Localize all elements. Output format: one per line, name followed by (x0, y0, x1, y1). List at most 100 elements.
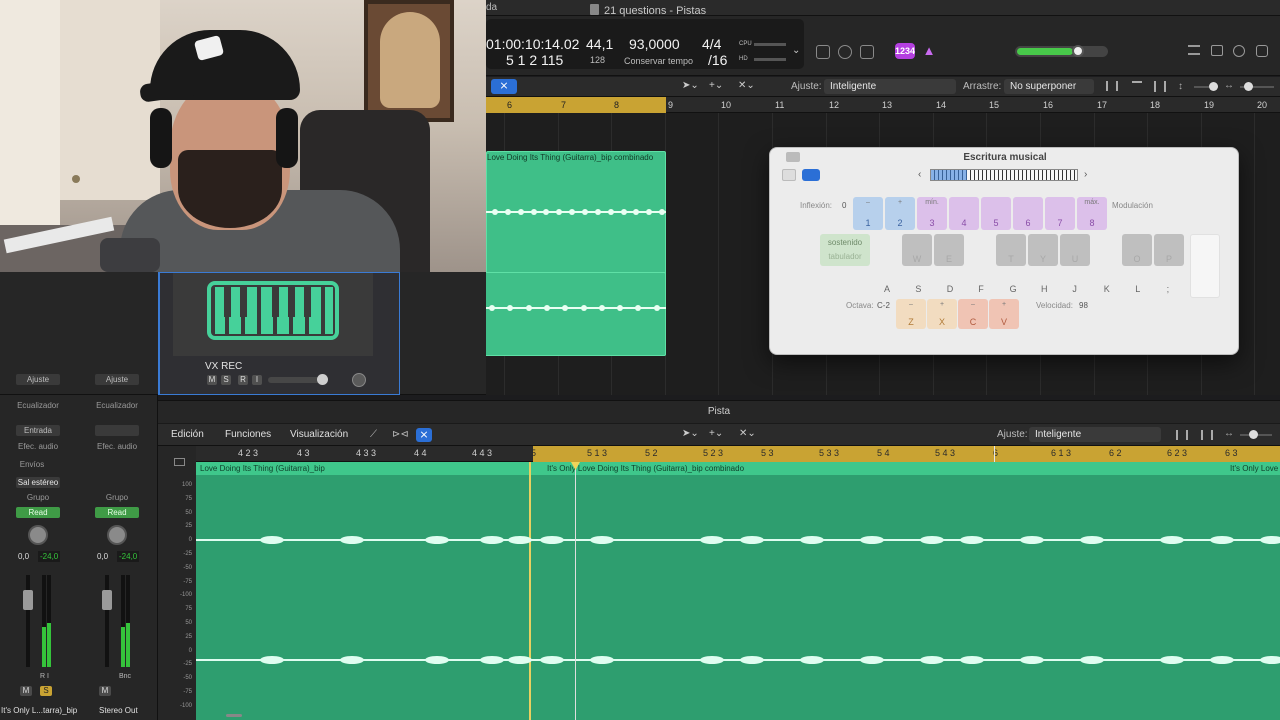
sustain-key[interactable]: sostenido tabulador (820, 234, 870, 266)
keyboard-range-strip[interactable] (930, 169, 1078, 181)
track-icon-area[interactable] (173, 273, 373, 356)
white-key-;[interactable]: ; (1167, 284, 1170, 294)
pitch-key-6[interactable]: 6 (1013, 197, 1043, 230)
white-key-extra[interactable] (1190, 234, 1220, 298)
white-key-L[interactable]: L (1135, 284, 1140, 294)
white-key-J[interactable]: J (1072, 284, 1077, 294)
pointer-tool-icon[interactable]: ➤⌄ (682, 80, 699, 91)
setting-button[interactable]: Ajuste (95, 374, 139, 385)
black-key-P[interactable]: P (1154, 234, 1184, 266)
track-name[interactable]: VX REC (205, 361, 242, 372)
track-volume-knob[interactable] (317, 374, 328, 385)
scissors-tool-icon[interactable]: ✕⌄ (738, 80, 755, 91)
octave-key-X[interactable]: + X (927, 299, 957, 329)
horizontal-scrollbar[interactable] (226, 714, 242, 717)
playhead-editor[interactable] (575, 462, 576, 720)
pan-knob[interactable] (107, 525, 127, 545)
setting-button[interactable]: Ajuste (16, 374, 60, 385)
musical-typing-window[interactable]: Escritura musical ‹ › Inflexión: 0 Modul… (769, 147, 1239, 355)
octave-key-Z[interactable]: – Z (896, 299, 926, 329)
editor-waveform-area[interactable] (196, 462, 1280, 720)
input-slot[interactable]: Entrada (16, 425, 60, 436)
curve-tool-icon[interactable]: ⟋ (370, 429, 377, 440)
channel-name[interactable]: It's Only L...tarra)_bip (1, 706, 77, 715)
horizontal-arrows-icon[interactable]: ↔ (1224, 80, 1234, 91)
volume-fader[interactable] (26, 575, 30, 667)
audio-fx-slot[interactable]: Efec. audio (95, 442, 139, 451)
volume-fader[interactable] (105, 575, 109, 667)
record-enable-button[interactable]: R (238, 375, 248, 385)
audio-fx-slot[interactable]: Efec. audio (16, 442, 60, 451)
sends-slot[interactable]: Envíos (16, 460, 48, 469)
vertical-zoom-knob[interactable] (1209, 82, 1218, 91)
flex-icon[interactable]: ⊳⊲ (392, 429, 409, 440)
solo-icon[interactable] (860, 45, 874, 59)
keyboard-view-icon[interactable] (802, 169, 820, 181)
automation-mode[interactable]: Read (16, 507, 60, 518)
white-key-D[interactable]: D (947, 284, 954, 294)
vertical-arrows-icon[interactable]: ↕ (1178, 81, 1183, 92)
menu-view[interactable]: Visualización (290, 429, 348, 440)
editor-snap-select[interactable]: Inteligente (1029, 427, 1161, 442)
master-volume-slider[interactable] (1015, 45, 1108, 57)
menu-edit[interactable]: Edición (171, 429, 204, 440)
solo-button[interactable]: S (40, 686, 52, 696)
pitch-key-3[interactable]: mín. 3 (917, 197, 947, 230)
black-key-W[interactable]: W (902, 234, 932, 266)
catch-playhead-icon[interactable]: ⨯ (491, 79, 517, 94)
link-icon[interactable] (95, 425, 139, 436)
editor-waveform-zoom-icon[interactable] (1176, 430, 1188, 440)
count-in-badge[interactable]: 1234 (895, 43, 915, 59)
mute-button[interactable]: M (20, 686, 32, 696)
white-key-G[interactable]: G (1010, 284, 1017, 294)
pitch-key-4[interactable]: 4 (949, 197, 979, 230)
tuner-icon[interactable] (838, 45, 852, 59)
metronome-icon[interactable]: ▲ (921, 43, 937, 59)
editor-horizontal-arrows-icon[interactable]: ↔ (1224, 428, 1234, 439)
editor-catch-icon[interactable]: ⨯ (416, 428, 432, 442)
group-slot[interactable]: Grupo (16, 493, 60, 502)
mute-button[interactable]: M (207, 375, 217, 385)
group-slot[interactable]: Grupo (95, 493, 139, 502)
loop-browser-icon[interactable] (1233, 45, 1245, 57)
channel-name[interactable]: Stereo Out (99, 706, 138, 715)
track-pan-knob[interactable] (352, 373, 366, 387)
white-key-S[interactable]: S (915, 284, 921, 294)
fader-cap[interactable] (102, 590, 112, 610)
black-key-O[interactable]: O (1122, 234, 1152, 266)
editor-fit-icon[interactable] (1201, 430, 1213, 440)
pitch-key-5[interactable]: 5 (981, 197, 1011, 230)
cycle-area[interactable] (486, 97, 666, 113)
pitch-key-7[interactable]: 7 (1045, 197, 1075, 230)
output-slot[interactable]: Sal estéreo (16, 477, 60, 488)
vertical-zoom-icon[interactable] (1132, 81, 1142, 92)
plus-tool-icon[interactable]: +⌄ (709, 80, 723, 91)
white-key-F[interactable]: F (978, 284, 984, 294)
chevron-left-icon[interactable]: ‹ (918, 169, 921, 180)
pitch-key-1[interactable]: –1 (853, 197, 883, 230)
black-key-T[interactable]: T (996, 234, 1026, 266)
waveform-zoom-icon[interactable] (1106, 81, 1118, 91)
white-key-H[interactable]: H (1041, 284, 1048, 294)
black-key-U[interactable]: U (1060, 234, 1090, 266)
octave-key-C[interactable]: – C (958, 299, 988, 329)
horizontal-zoom-knob[interactable] (1244, 82, 1253, 91)
pitch-key-8[interactable]: máx. 8 (1077, 197, 1107, 230)
black-key-E[interactable]: E (934, 234, 964, 266)
fit-icon[interactable] (1154, 81, 1166, 92)
eq-slot[interactable]: Ecualizador (16, 401, 60, 410)
editor-zoom-knob[interactable] (1249, 430, 1258, 439)
solo-button[interactable]: S (221, 375, 231, 385)
drag-select[interactable]: No superponer (1004, 79, 1094, 94)
master-volume-knob[interactable] (1072, 45, 1084, 57)
editor-scissors-tool-icon[interactable]: ✕⌄ (739, 428, 756, 439)
chevron-right-icon[interactable]: › (1084, 169, 1087, 180)
replace-icon[interactable] (816, 45, 830, 59)
white-key-A[interactable]: A (884, 284, 890, 294)
lcd-display[interactable]: 01:00:10:14.02 5 1 2 115 44,1 128 93,000… (486, 19, 804, 69)
white-key-K[interactable]: K (1104, 284, 1110, 294)
browser-icon[interactable] (1256, 45, 1268, 57)
fader-cap[interactable] (23, 590, 33, 610)
input-monitor-button[interactable]: I (252, 375, 262, 385)
menu-functions[interactable]: Funciones (225, 429, 271, 440)
